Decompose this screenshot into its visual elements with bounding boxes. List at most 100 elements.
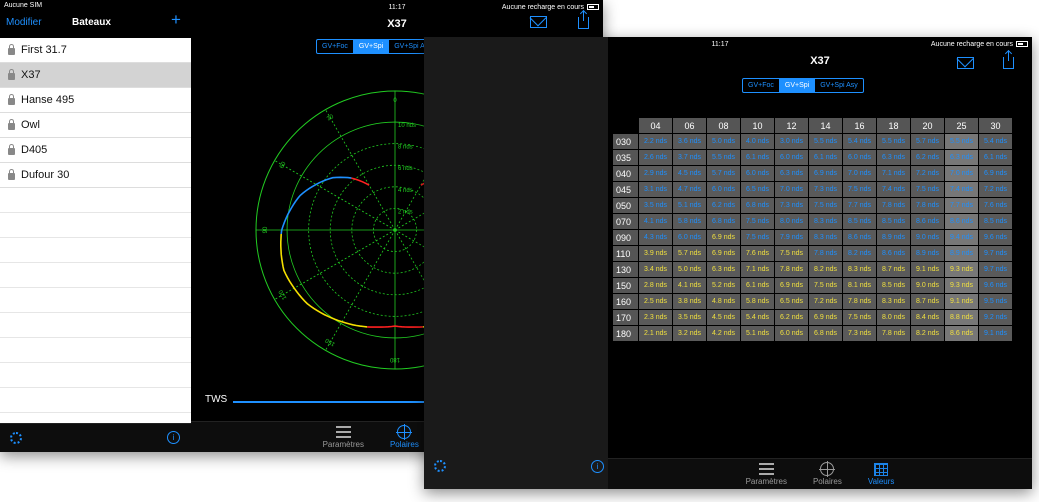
segment-option[interactable]: GV+Spi	[779, 79, 816, 92]
list-icon	[335, 426, 351, 438]
mail-icon[interactable]	[530, 16, 547, 28]
speed-cell: 5.0 nds	[706, 133, 741, 150]
speed-cell: 2.8 nds	[638, 277, 673, 294]
status-bar: 11:17 Aucune recharge en cours	[608, 37, 1032, 51]
speed-cell: 6.9 nds	[774, 277, 809, 294]
boats-sidebar: Aucune SIM Modifier Bateaux + First 31.7…	[0, 0, 191, 452]
speed-cell: 7.1 nds	[876, 165, 911, 182]
speed-cell: 2.6 nds	[638, 149, 673, 166]
speed-cell: 8.3 nds	[808, 229, 843, 246]
speed-cell: 9.4 nds	[944, 229, 979, 246]
speed-cell: 8.2 nds	[842, 245, 877, 262]
add-boat-button[interactable]: +	[171, 11, 181, 28]
speed-cell: 4.0 nds	[740, 133, 775, 150]
segment-option[interactable]: GV+Foc	[317, 40, 354, 53]
gear-icon[interactable]	[10, 432, 22, 444]
table-row: 170 2.3 nds 3.5 nds 4.5 nds 5.4 nds 6.2 nds 6.…	[612, 309, 1013, 326]
segment-option[interactable]: GV+Foc	[743, 79, 780, 92]
table-row: 160 2.5 nds 3.8 nds 4.8 nds 5.8 nds 6.5 nds 7.…	[612, 293, 1013, 310]
info-icon[interactable]: i	[167, 431, 180, 444]
speed-cell: 6.0 nds	[842, 149, 877, 166]
empty-row	[0, 188, 191, 213]
share-icon[interactable]	[1003, 51, 1014, 69]
speed-cell: 5.8 nds	[672, 213, 707, 230]
tab-bar: Paramètres Polaires Valeurs	[608, 458, 1032, 489]
speed-cell: 2.5 nds	[638, 293, 673, 310]
gear-icon[interactable]	[434, 460, 446, 472]
lock-icon	[8, 118, 15, 130]
lock-icon	[8, 43, 15, 55]
table-row: 050 3.5 nds 5.1 nds 6.2 nds 6.8 nds 7.3 nds 7.…	[612, 197, 1013, 214]
empty-row	[0, 263, 191, 288]
speed-cell: 7.5 nds	[740, 229, 775, 246]
wind-angle-header: 050	[612, 197, 639, 214]
speed-cell: 7.5 nds	[910, 181, 945, 198]
modify-button[interactable]: Modifier	[6, 17, 42, 28]
speed-cell: 6.2 nds	[910, 149, 945, 166]
speed-cell: 9.0 nds	[910, 277, 945, 294]
speed-cell: 8.6 nds	[910, 213, 945, 230]
speed-cell: 5.2 nds	[706, 277, 741, 294]
boat-list-item[interactable]: Hanse 495	[0, 88, 191, 113]
sidebar-title: Bateaux	[72, 17, 111, 28]
segment-option[interactable]: GV+Spi Asy	[815, 79, 863, 92]
speed-cell: 6.0 nds	[774, 325, 809, 342]
table-row: 150 2.8 nds 4.1 nds 5.2 nds 6.1 nds 6.9 nds 7.…	[612, 277, 1013, 294]
table-row: 035 2.6 nds 3.7 nds 5.5 nds 6.1 nds 6.0 nds 6.…	[612, 149, 1013, 166]
speed-cell: 5.1 nds	[740, 325, 775, 342]
speed-cell: 9.1 nds	[978, 325, 1013, 342]
speed-cell: 4.1 nds	[638, 213, 673, 230]
angle-label: 60	[279, 161, 288, 170]
sail-config-segmented: GV+Foc GV+Spi GV+Spi Asy	[742, 78, 864, 93]
boat-list-item[interactable]: X37	[0, 63, 191, 88]
tab-polaires[interactable]: Polaires	[813, 459, 842, 489]
speed-cell: 7.5 nds	[842, 309, 877, 326]
speed-cell: 5.4 nds	[842, 133, 877, 150]
speed-cell: 3.7 nds	[672, 149, 707, 166]
speed-cell: 7.6 nds	[740, 245, 775, 262]
segment-option[interactable]: GV+Spi	[353, 40, 390, 53]
speed-cell: 7.8 nds	[808, 245, 843, 262]
speed-cell: 6.8 nds	[808, 325, 843, 342]
tab-valeurs[interactable]: Valeurs	[868, 459, 894, 489]
boat-name: Hanse 495	[21, 94, 75, 106]
mail-icon[interactable]	[957, 57, 974, 69]
speed-label: 4 nds	[398, 188, 413, 194]
speed-cell: 9.6 nds	[978, 277, 1013, 294]
boat-list-item[interactable]: Owl	[0, 113, 191, 138]
speed-cell: 8.6 nds	[876, 245, 911, 262]
speed-cell: 4.8 nds	[706, 293, 741, 310]
speed-cell: 3.9 nds	[638, 245, 673, 262]
speed-cell: 9.3 nds	[944, 277, 979, 294]
empty-row	[0, 313, 191, 338]
tab-parametres[interactable]: Paramètres	[323, 422, 364, 452]
speed-cell: 5.7 nds	[706, 165, 741, 182]
wind-speed-header: 10	[740, 117, 775, 134]
table-row: 030 2.2 nds 3.6 nds 5.0 nds 4.0 nds 3.0 nds 5.…	[612, 133, 1013, 150]
table-row: 045 3.1 nds 4.7 nds 6.0 nds 6.5 nds 7.0 nds 7.…	[612, 181, 1013, 198]
speed-cell: 6.3 nds	[944, 149, 979, 166]
boat-list-item[interactable]: Dufour 30	[0, 163, 191, 188]
speed-cell: 9.6 nds	[978, 229, 1013, 246]
tab-polaires[interactable]: Polaires	[390, 422, 419, 452]
speed-cell: 7.4 nds	[876, 181, 911, 198]
speed-cell: 6.9 nds	[706, 245, 741, 262]
speed-cell: 6.1 nds	[978, 149, 1013, 166]
table-row: 070 4.1 nds 5.8 nds 6.8 nds 7.5 nds 8.0 nds 8.…	[612, 213, 1013, 230]
info-icon[interactable]: i	[591, 460, 604, 473]
boat-name: X37	[21, 69, 41, 81]
speed-cell: 8.0 nds	[876, 309, 911, 326]
polar-values-table: 04 06 08 10 12 14 16 18 20 25 30 030 2.2 nds 3.6 nds 5…	[612, 117, 1013, 342]
speed-cell: 5.7 nds	[910, 133, 945, 150]
speed-cell: 6.1 nds	[740, 277, 775, 294]
speed-cell: 7.5 nds	[740, 213, 775, 230]
wind-angle-header: 180	[612, 325, 639, 342]
tab-parametres[interactable]: Paramètres	[746, 459, 787, 489]
speed-cell: 7.6 nds	[978, 197, 1013, 214]
share-icon[interactable]	[578, 11, 589, 29]
speed-cell: 8.2 nds	[808, 261, 843, 278]
speed-cell: 6.9 nds	[706, 229, 741, 246]
boat-list-item[interactable]: D405	[0, 138, 191, 163]
boat-list-item[interactable]: First 31.7	[0, 38, 191, 63]
values-window: i 11:17 Aucune recharge en cours X37 GV+…	[424, 37, 1032, 489]
